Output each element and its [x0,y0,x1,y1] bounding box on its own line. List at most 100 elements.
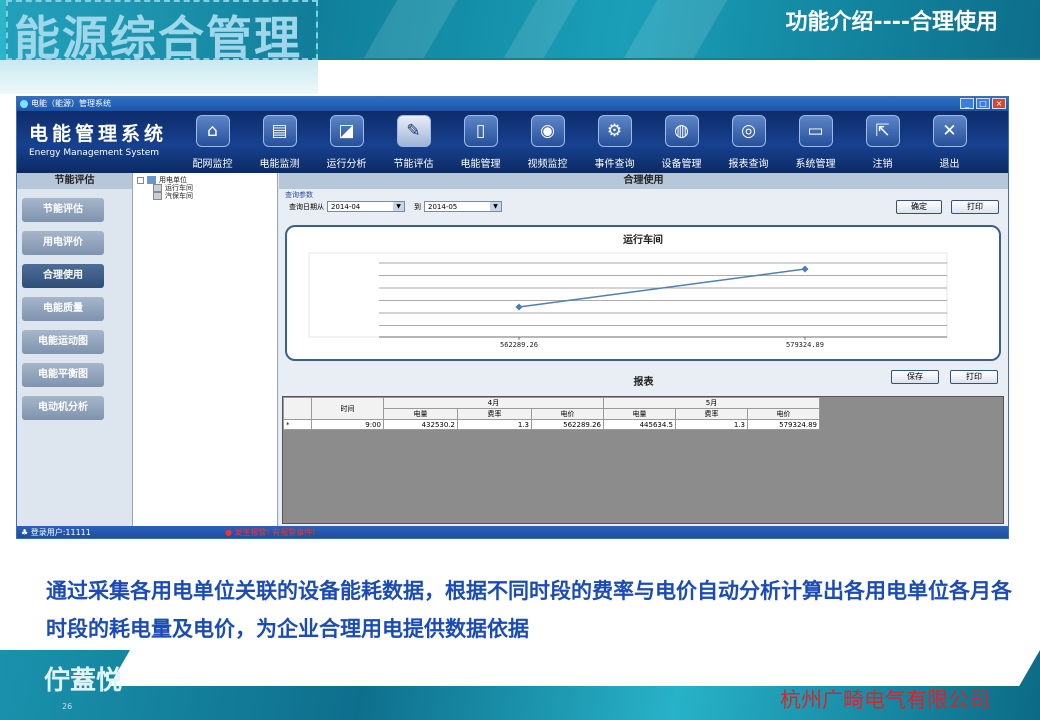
company-name: 杭州广畸电气有限公司 [780,688,990,712]
main-panel-header: 合理使用 [279,173,1008,189]
time-header: 时间 [311,397,384,420]
column-header: 电价 [747,408,820,420]
chevron-down-icon: ▼ [490,202,501,211]
row-marker: * [283,419,312,430]
x-tick-label: 579324.89 [786,341,824,349]
toolbar-button-4[interactable]: ▯ 电能管理 [447,115,514,170]
main-panel: 合理使用 查询参数 查询日期从 2014-04 ▼ 到 2014-05 ▼ 确定 打… [279,173,1008,526]
line-chart: 运行车间 562289.26 579324.89 [285,225,1001,361]
left-menu-button-0[interactable]: 节能评估 [22,198,104,222]
column-header: 电价 [531,408,604,420]
toolbar-label: 退出 [939,159,960,170]
toolbar-label: 系统管理 [795,159,836,170]
table-cell[interactable]: 1.3 [457,419,532,430]
table-row[interactable]: * 9:00 432530.2 1.3 562289.26 445634.5 1… [283,419,820,430]
month-header: 5月 [603,397,820,409]
toolbar-button-5[interactable]: ◉ 视频监控 [514,115,581,170]
left-menu: 节能评估用电评价合理使用电能质量电能运动图电能平衡图电动机分析 [17,198,132,420]
toolbar-button-3[interactable]: ✎ 节能评估 [380,115,447,170]
page-number: 26 [62,702,73,711]
header-title: 能源综合管理 [14,11,302,60]
chart-plot: 562289.26 579324.89 [308,252,948,349]
query-to-label: 到 [414,202,421,211]
device-icon: ◍ [664,115,699,147]
toolbar-button-1[interactable]: ▤ 电能监测 [246,115,313,170]
toolbar-button-2[interactable]: ◪ 运行分析 [313,115,380,170]
left-menu-button-5[interactable]: 电能平衡图 [22,363,104,387]
chevron-down-icon: ▼ [393,202,404,211]
toolbar-button-7[interactable]: ◍ 设备管理 [648,115,715,170]
close-icon[interactable]: × [992,98,1006,109]
report-table: 时间 4月 5月 电量 费率 电价 电量 费率 电价 * 9:00 432530… [283,397,820,430]
column-header: 电量 [383,408,458,420]
notebook-icon: ✎ [396,115,431,147]
x-tick-label: 562289.26 [500,341,538,349]
event-icon: ⚙ [597,115,632,147]
report-print-button[interactable]: 打印 [950,370,998,384]
toolbar-label: 事件查询 [594,159,635,170]
plot-area [308,252,948,338]
table-cell[interactable]: 562289.26 [531,419,604,430]
window-titlebar: 电能（能源）管理系统 _ □ × [17,97,1008,111]
left-menu-button-2[interactable]: 合理使用 [22,264,104,288]
footer-white-band [109,650,1040,686]
app-body: 节能评估 节能评估 用电评价 合理使用 电能质量 电能运动图 电能平衡图 电动机分析 用电单… [17,173,1008,526]
report-grid: 时间 4月 5月 电量 费率 电价 电量 费率 电价 * 9:00 432530… [282,396,1004,524]
table-cell[interactable]: 1.3 [675,419,748,430]
alarm-warning[interactable]: ● 发生报警! 有报警事件! [225,526,316,538]
left-panel: 节能评估 节能评估用电评价合理使用电能质量电能运动图电能平衡图电动机分析 [17,173,132,526]
confirm-button[interactable]: 确定 [896,200,942,214]
toolbar-label: 节能评估 [393,159,434,170]
exit-icon: ✕ [932,115,967,147]
date-from-select[interactable]: 2014-04 ▼ [327,201,405,212]
table-cell[interactable]: 445634.5 [603,419,676,430]
left-menu-button-1[interactable]: 用电评价 [22,231,104,255]
camera-icon: ◉ [530,115,565,147]
folder-icon: ▭ [798,115,833,147]
toolbar-button-11[interactable]: ✕ 退出 [916,115,983,170]
header-strip [0,60,318,94]
battery-icon: ▯ [463,115,498,147]
time-cell[interactable]: 9:00 [311,419,384,430]
maximize-icon[interactable]: □ [976,98,990,109]
toolbar-button-6[interactable]: ⚙ 事件查询 [581,115,648,170]
brand-subtitle: Energy Management System [29,148,160,158]
toolbar-button-9[interactable]: ▭ 系统管理 [782,115,849,170]
toolbar-label: 电能监测 [259,159,300,170]
collapse-icon[interactable] [137,176,144,184]
main-toolbar: 电能管理系统 Energy Management System ⌂ 配网监控 ▤ 电能… [17,111,1008,173]
tree-item-2[interactable]: 汽保车间 [153,191,193,201]
toolbar-button-0[interactable]: ⌂ 配网监控 [179,115,246,170]
toolbar-label: 注销 [872,159,893,170]
window-controls: _ □ × [960,98,1006,109]
print-button[interactable]: 打印 [951,200,999,214]
logout-icon: ⇱ [865,115,900,147]
header-divider [318,58,1040,60]
save-button[interactable]: 保存 [891,370,939,384]
query-from-label: 查询日期从 [289,202,324,211]
toolbar-button-8[interactable]: ◎ 报表查询 [715,115,782,170]
minimize-icon[interactable]: _ [960,98,974,109]
left-menu-button-6[interactable]: 电动机分析 [22,396,104,420]
home-icon: ⌂ [195,115,230,147]
toolbar-label: 报表查询 [728,159,769,170]
slide: 能源综合管理 功能介绍----合理使用 电能（能源）管理系统 _ □ × 电能管… [0,0,1040,720]
toolbar-buttons: ⌂ 配网监控 ▤ 电能监测 ◪ 运行分析 ✎ 节能评估 ▯ 电能管理 ◉ 视频监控 ⚙ 事件查询 ◍ 设备管理… [179,115,983,170]
section-title: 功能介绍----合理使用 [785,10,998,35]
table-cell[interactable]: 432530.2 [383,419,458,430]
left-menu-button-3[interactable]: 电能质量 [22,297,104,321]
column-header: 费率 [675,408,748,420]
brand: 电能管理系统 Energy Management System [29,119,167,158]
unit-tree: 用电单位 运行车间 汽保车间 [132,173,278,526]
toolbar-label: 配网监控 [192,159,233,170]
left-panel-header: 节能评估 [17,173,132,189]
date-to-select[interactable]: 2014-05 ▼ [424,201,502,212]
column-header: 电量 [603,408,676,420]
footer-ghost-text: 佇蓋悦 [44,666,123,696]
user-icon: ♣ [21,528,29,537]
status-user: 登录用户:11111 [30,528,91,537]
table-cell[interactable]: 579324.89 [747,419,820,430]
toolbar-button-10[interactable]: ⇱ 注销 [849,115,916,170]
query-row: 查询日期从 2014-04 ▼ 到 2014-05 ▼ [289,201,502,212]
left-menu-button-4[interactable]: 电能运动图 [22,330,104,354]
